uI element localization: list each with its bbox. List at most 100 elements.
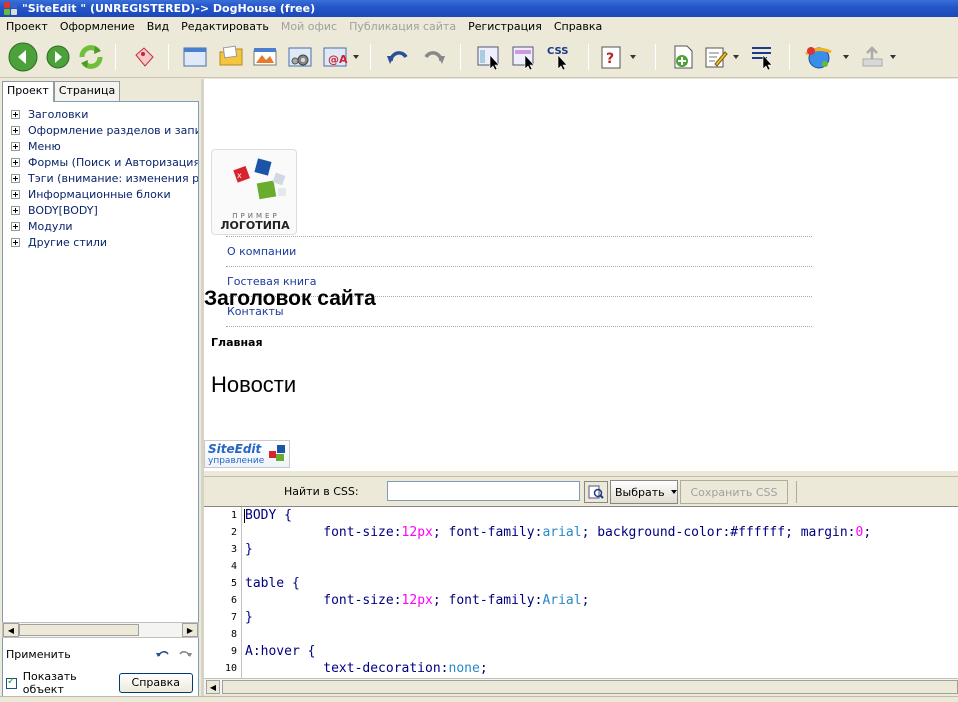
tab-project[interactable]: Проект bbox=[2, 81, 54, 102]
code-token: ; bbox=[863, 525, 872, 540]
tree-item[interactable]: Другие стили bbox=[3, 234, 198, 250]
upload-icon[interactable] bbox=[858, 42, 888, 72]
status-bar bbox=[0, 696, 958, 702]
menu-project[interactable]: Проект bbox=[0, 17, 54, 36]
add-page-icon[interactable] bbox=[668, 42, 698, 72]
expand-icon[interactable] bbox=[11, 189, 20, 199]
line-number: 10 bbox=[224, 663, 237, 674]
forward-icon[interactable] bbox=[43, 42, 73, 72]
tree-item[interactable]: Модули bbox=[3, 218, 198, 234]
scroll-left-icon[interactable]: ◀ bbox=[3, 623, 19, 637]
edit-page-dropdown-icon[interactable] bbox=[733, 55, 739, 59]
redo-icon[interactable] bbox=[419, 42, 449, 72]
code-line[interactable]: table { bbox=[245, 576, 300, 591]
menu-my-office[interactable]: Мой офис bbox=[275, 17, 343, 36]
scroll-left-icon[interactable]: ◀ bbox=[206, 680, 220, 694]
tree-item[interactable]: Оформление разделов и записей bbox=[3, 122, 198, 138]
layout-edit-icon[interactable] bbox=[474, 42, 504, 72]
menu-view[interactable]: Вид bbox=[141, 17, 175, 36]
code-line[interactable]: font-size:12px; font-family:arial; backg… bbox=[245, 525, 871, 540]
css-code-editor[interactable]: 1 2 3 4 5 6 7 8 9 10 BODY { font-size:12px; font-… bbox=[204, 506, 958, 678]
css-edit-icon[interactable]: CSS bbox=[544, 42, 574, 72]
layout-select-icon[interactable] bbox=[509, 42, 539, 72]
tag-icon[interactable] bbox=[129, 42, 159, 72]
code-token: text-decoration: bbox=[245, 661, 449, 676]
style-tree: Заголовки Оформление разделов и записей … bbox=[2, 101, 199, 701]
settings-icon[interactable] bbox=[285, 42, 315, 72]
redo-small-icon[interactable] bbox=[177, 647, 193, 662]
left-bottom-bar: Показать объект Справка bbox=[2, 670, 199, 696]
expand-icon[interactable] bbox=[11, 173, 20, 183]
menu-edit[interactable]: Редактировать bbox=[175, 17, 275, 36]
upload-dropdown-icon[interactable] bbox=[890, 55, 896, 59]
folder-icon[interactable] bbox=[216, 42, 246, 72]
email-icon[interactable]: @A bbox=[320, 42, 350, 72]
css-find-button[interactable] bbox=[584, 481, 608, 503]
line-number: 5 bbox=[230, 578, 237, 589]
main-page-label: Главная bbox=[211, 336, 263, 349]
email-dropdown-icon[interactable] bbox=[353, 55, 359, 59]
tree-item[interactable]: Формы (Поиск и Авторизация) bbox=[3, 154, 198, 170]
help-icon[interactable]: ? bbox=[596, 42, 626, 72]
scroll-thumb[interactable] bbox=[222, 680, 958, 694]
browser-icon[interactable] bbox=[803, 42, 833, 72]
edit-page-icon[interactable] bbox=[701, 42, 731, 72]
expand-icon[interactable] bbox=[11, 109, 20, 119]
code-token: Arial bbox=[542, 593, 582, 608]
code-token: ; background-color:#ffffff; margin: bbox=[581, 525, 856, 540]
editor-hscrollbar[interactable]: ◀ bbox=[204, 678, 958, 694]
apply-label[interactable]: Применить bbox=[6, 648, 71, 661]
expand-icon[interactable] bbox=[11, 221, 20, 231]
help-dropdown-icon[interactable] bbox=[630, 55, 636, 59]
code-token: ; font-family: bbox=[432, 593, 543, 608]
code-token: } bbox=[245, 542, 253, 557]
menu-edit-icon[interactable] bbox=[748, 42, 778, 72]
menu-help[interactable]: Справка bbox=[548, 17, 608, 36]
code-line[interactable]: BODY { bbox=[245, 508, 292, 523]
css-toolbar: Найти в CSS: Выбрать Сохранить CSS bbox=[204, 477, 958, 506]
palette-icon[interactable] bbox=[250, 42, 280, 72]
undo-small-icon[interactable] bbox=[155, 647, 171, 662]
nav-link-about[interactable]: О компании bbox=[227, 245, 296, 258]
code-token: BODY { bbox=[245, 508, 292, 523]
expand-icon[interactable] bbox=[11, 141, 20, 151]
tab-page[interactable]: Страница bbox=[53, 81, 121, 101]
save-css-button[interactable]: Сохранить CSS bbox=[680, 480, 788, 504]
code-line[interactable]: } bbox=[245, 542, 253, 557]
code-token: arial bbox=[542, 525, 582, 540]
code-line[interactable]: text-decoration:none; bbox=[245, 661, 487, 676]
menu-publish[interactable]: Публикация сайта bbox=[343, 17, 462, 36]
css-select-button[interactable]: Выбрать bbox=[610, 480, 678, 504]
tree-item[interactable]: BODY[BODY] bbox=[3, 202, 198, 218]
undo-icon[interactable] bbox=[383, 42, 413, 72]
horizontal-splitter[interactable] bbox=[204, 470, 958, 477]
scroll-right-icon[interactable]: ▶ bbox=[182, 623, 198, 637]
tree-item[interactable]: Информационные блоки bbox=[3, 186, 198, 202]
menu-design[interactable]: Оформление bbox=[54, 17, 141, 36]
help-button[interactable]: Справка bbox=[118, 673, 193, 693]
siteedit-badge[interactable]: SiteEdit управление bbox=[204, 440, 290, 468]
tree-item[interactable]: Меню bbox=[3, 138, 198, 154]
line-number: 2 bbox=[230, 527, 237, 538]
back-icon[interactable] bbox=[8, 42, 38, 72]
code-line[interactable]: font-size:12px; font-family:Arial; bbox=[245, 593, 589, 608]
tree-item[interactable]: Заголовки bbox=[3, 106, 198, 122]
tree-item[interactable]: Тэги (внимание: изменения распространяют… bbox=[3, 170, 198, 186]
tree-hscrollbar[interactable]: ◀ ▶ bbox=[2, 622, 199, 638]
expand-icon[interactable] bbox=[11, 205, 20, 215]
refresh-icon[interactable] bbox=[76, 42, 106, 72]
css-search-input[interactable] bbox=[387, 481, 580, 501]
expand-icon[interactable] bbox=[11, 237, 20, 247]
scroll-thumb[interactable] bbox=[19, 624, 139, 636]
expand-icon[interactable] bbox=[11, 125, 20, 135]
window-icon[interactable] bbox=[180, 42, 210, 72]
menu-register[interactable]: Регистрация bbox=[462, 17, 548, 36]
show-object-checkbox[interactable] bbox=[6, 676, 17, 689]
main-toolbar: @A CSS ? bbox=[0, 36, 958, 78]
menu-bar: Проект Оформление Вид Редактировать Мой … bbox=[0, 17, 958, 36]
browser-dropdown-icon[interactable] bbox=[843, 55, 849, 59]
code-line[interactable]: } bbox=[245, 610, 253, 625]
code-line[interactable]: A:hover { bbox=[245, 644, 315, 659]
line-number: 9 bbox=[230, 646, 237, 657]
expand-icon[interactable] bbox=[11, 157, 20, 167]
